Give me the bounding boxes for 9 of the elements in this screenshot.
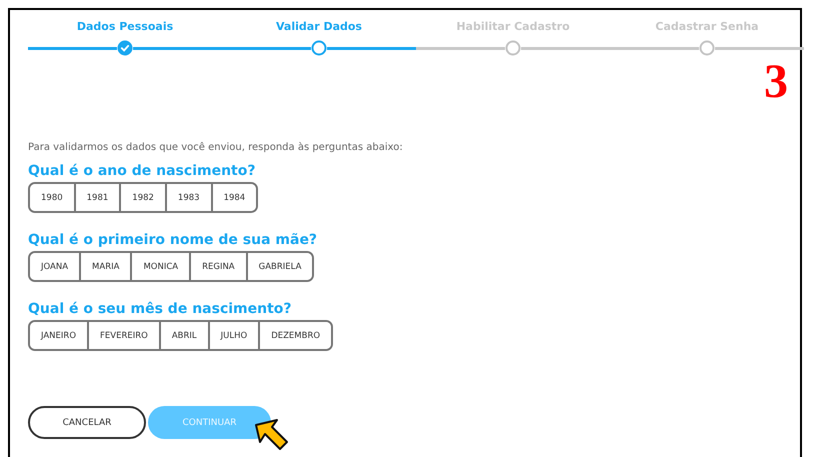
instruction-text: Para validarmos os dados que você enviou, responda às perguntas abaixo: xyxy=(28,142,404,153)
option-button[interactable]: GABRIELA xyxy=(246,253,312,280)
annotation-number: 3 xyxy=(764,56,788,110)
cancel-button[interactable]: CANCELAR xyxy=(28,406,146,439)
option-button[interactable]: DEZEMBRO xyxy=(258,322,332,349)
question-title: Qual é o ano de nascimento? xyxy=(28,163,256,179)
option-button[interactable]: 1984 xyxy=(210,184,256,211)
question-title: Qual é o primeiro nome de sua mãe? xyxy=(28,232,318,248)
question-title: Qual é o seu mês de nascimento? xyxy=(28,301,292,317)
